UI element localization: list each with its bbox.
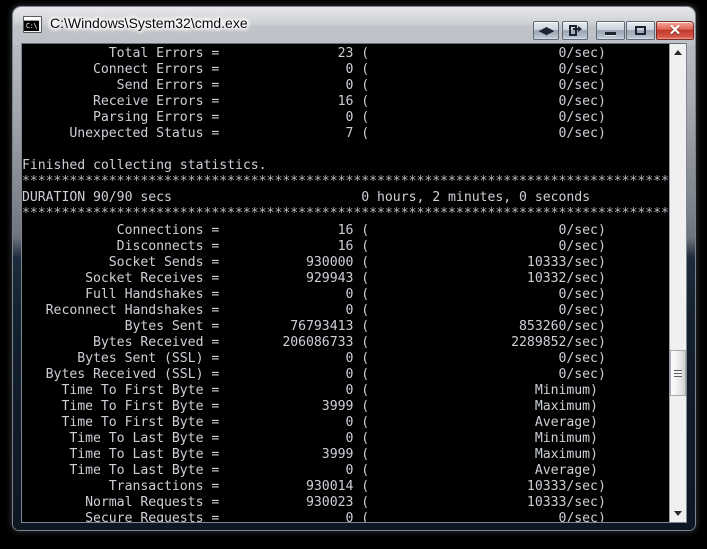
console-line: Time To Last Byte = 0 ( Average) xyxy=(22,463,598,479)
send-to-icon xyxy=(563,22,587,39)
send-to-button[interactable] xyxy=(562,21,588,40)
console-client-area[interactable]: Total Errors = 23 ( 0/sec) Connect Error… xyxy=(21,43,687,523)
console-line: Bytes Sent = 76793413 ( 853260/sec) xyxy=(22,318,606,334)
scrollbar-grip-icon xyxy=(674,369,682,377)
console-line: Send Errors = 0 ( 0/sec) xyxy=(22,78,606,94)
console-line: ****************************************… xyxy=(22,174,670,190)
console-line: Reconnect Handshakes = 0 ( 0/sec) xyxy=(22,302,606,318)
console-line: Secure Requests = 0 ( 0/sec) xyxy=(22,511,606,522)
console-line: DURATION 90/90 secs 0 hours, 2 minutes, … xyxy=(22,190,591,206)
cmd-window[interactable]: C:\ C:\Windows\System32\cmd.exe ◀▶ ✕ Tot… xyxy=(13,7,695,530)
console-line: ****************************************… xyxy=(22,206,670,222)
console-line: Total Errors = 23 ( 0/sec) xyxy=(22,46,606,61)
minimize-icon xyxy=(597,22,624,39)
console-line: Time To First Byte = 3999 ( Maximum) xyxy=(22,399,598,415)
console-line: Disconnects = 16 ( 0/sec) xyxy=(22,238,606,254)
console-line: Receive Errors = 16 ( 0/sec) xyxy=(22,94,606,110)
console-line: Socket Receives = 929943 ( 10332/sec) xyxy=(22,270,606,286)
resize-arrows-icon: ◀▶ xyxy=(538,24,555,37)
scroll-up-arrow-icon[interactable] xyxy=(670,44,686,61)
close-icon: ✕ xyxy=(668,22,682,39)
close-button[interactable]: ✕ xyxy=(656,21,694,40)
console-line: Time To Last Byte = 3999 ( Maximum) xyxy=(22,447,598,463)
console-line: Unexpected Status = 7 ( 0/sec) xyxy=(22,126,606,142)
cmd-icon-screen: C:\ xyxy=(24,21,39,31)
resize-arrows-button[interactable]: ◀▶ xyxy=(533,21,559,40)
console-line: Connections = 16 ( 0/sec) xyxy=(22,222,606,238)
window-title: C:\Windows\System32\cmd.exe xyxy=(50,15,248,31)
scrollbar-thumb[interactable] xyxy=(670,350,686,396)
console-line: Time To First Byte = 0 ( Average) xyxy=(22,415,598,431)
console-line: Socket Sends = 930000 ( 10333/sec) xyxy=(22,254,606,270)
console-line: Full Handshakes = 0 ( 0/sec) xyxy=(22,286,606,302)
console-line: Parsing Errors = 0 ( 0/sec) xyxy=(22,110,606,126)
console-line: Time To First Byte = 0 ( Minimum) xyxy=(22,382,598,398)
console-line: Normal Requests = 930023 ( 10333/sec) xyxy=(22,495,606,511)
console-line: Bytes Received = 206086733 ( 2289852/sec… xyxy=(22,334,606,350)
console-line: Connect Errors = 0 ( 0/sec) xyxy=(22,62,606,78)
minimize-button[interactable] xyxy=(596,21,625,40)
maximize-icon xyxy=(627,22,654,39)
console-scrollbar[interactable] xyxy=(669,44,686,522)
console-line: Bytes Received (SSL) = 0 ( 0/sec) xyxy=(22,366,606,382)
console-line: Bytes Sent (SSL) = 0 ( 0/sec) xyxy=(22,350,606,366)
console-output: Total Errors = 23 ( 0/sec) Connect Error… xyxy=(22,46,670,522)
cmd-console-icon: C:\ xyxy=(23,16,42,33)
console-line: Time To Last Byte = 0 ( Minimum) xyxy=(22,431,598,447)
scroll-down-arrow-icon[interactable] xyxy=(670,505,686,522)
console-line: Finished collecting statistics. xyxy=(22,158,267,174)
console-line: Transactions = 930014 ( 10333/sec) xyxy=(22,479,606,495)
maximize-button[interactable] xyxy=(626,21,655,40)
title-bar[interactable]: C:\ C:\Windows\System32\cmd.exe ◀▶ ✕ xyxy=(13,7,695,43)
